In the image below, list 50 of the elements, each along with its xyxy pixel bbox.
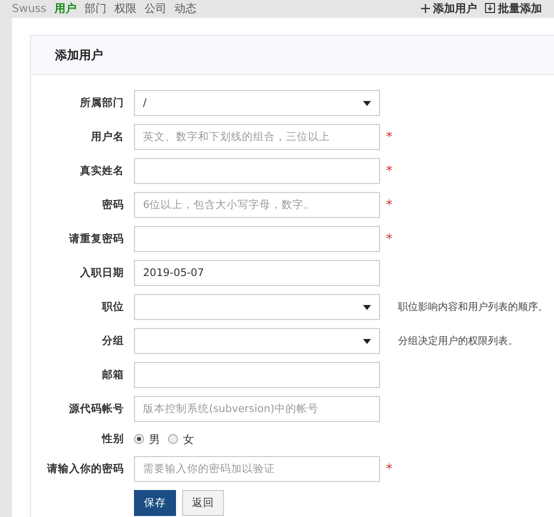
nav-tab[interactable]: 动态 — [174, 0, 196, 16]
radio-button[interactable] — [168, 434, 178, 444]
brand-name: Swuss — [12, 2, 46, 14]
input-field[interactable] — [134, 362, 380, 388]
field-label: 分组 — [100, 334, 125, 348]
nav-tab[interactable]: 权限 — [114, 0, 136, 16]
input-field[interactable]: 版本控制系统(subversion)中的帐号 — [134, 396, 380, 422]
field-label: 职位 — [100, 300, 125, 314]
caret-icon — [363, 304, 371, 310]
select-field[interactable] — [134, 328, 380, 354]
caret-icon — [363, 100, 371, 106]
action-link[interactable]: 添加用户 — [433, 0, 477, 16]
card-title: 添加用户 — [55, 46, 103, 64]
required-mark: * — [386, 232, 394, 246]
field-label: 真实姓名 — [79, 164, 125, 178]
required-mark: * — [386, 462, 394, 476]
nav-tab[interactable]: 用户 — [54, 0, 76, 16]
field-label: 入职日期 — [78, 266, 125, 280]
save-button[interactable]: 保存 — [134, 490, 176, 516]
input-field[interactable]: 2019-05-07 — [134, 260, 380, 286]
field-label: 性别 — [100, 432, 125, 446]
field-label: 密码 — [101, 198, 125, 212]
select-field[interactable]: / — [134, 90, 380, 116]
radio-option[interactable]: 男 — [134, 432, 160, 446]
caret-icon — [363, 338, 371, 344]
input-field[interactable]: 英文、数字和下划线的组合，三位以上 — [134, 124, 380, 150]
nav-tab[interactable]: 公司 — [144, 0, 166, 16]
help-text: 职位影响内容和用户列表的顺序。 — [398, 300, 548, 314]
field-label: 所属部门 — [79, 96, 125, 110]
input-field[interactable]: 6位以上，包含大小写字母，数字。 — [134, 192, 380, 218]
action-link[interactable]: 批量添加 — [498, 0, 542, 16]
plus-icon — [421, 4, 430, 12]
required-mark: * — [386, 130, 394, 144]
nav-tab[interactable]: 部门 — [84, 0, 106, 16]
field-label: 邮箱 — [101, 368, 125, 382]
input-field[interactable] — [134, 158, 380, 184]
required-mark: * — [386, 164, 394, 178]
radio-option[interactable]: 女 — [168, 432, 194, 446]
import-icon — [485, 3, 495, 13]
field-label: 请重复密码 — [68, 232, 125, 246]
select-field[interactable] — [134, 294, 380, 320]
radio-button[interactable] — [134, 434, 144, 444]
input-field[interactable] — [134, 226, 380, 252]
help-text: 分组决定用户的权限列表。 — [398, 334, 518, 348]
field-label: 源代码帐号 — [68, 402, 125, 416]
back-button[interactable]: 返回 — [182, 490, 224, 516]
field-label: 用户名 — [90, 130, 125, 144]
required-mark: * — [386, 198, 394, 212]
input-field[interactable]: 需要输入你的密码加以验证 — [134, 456, 380, 482]
field-label: 请输入你的密码 — [46, 462, 125, 476]
